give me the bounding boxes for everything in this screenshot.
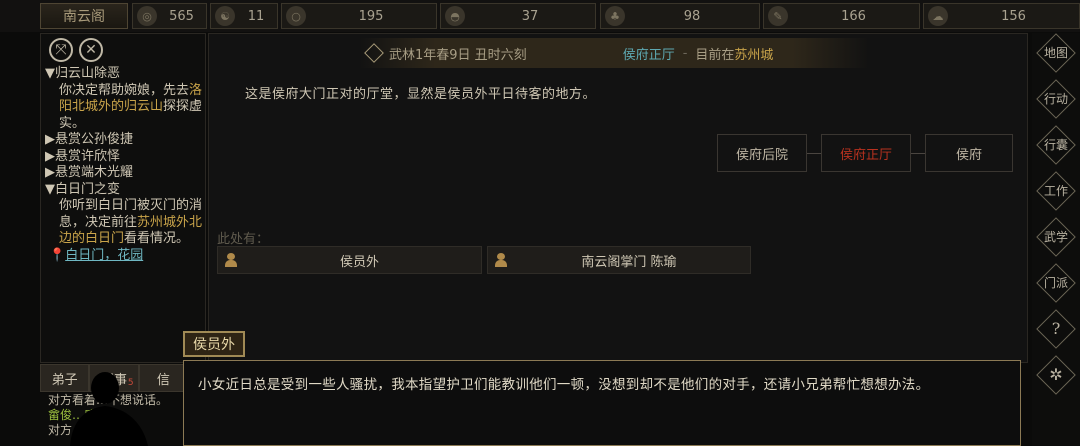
brush-icon: ✎ xyxy=(768,6,788,26)
sect-button[interactable]: 门派 xyxy=(1036,263,1076,303)
person-icon xyxy=(224,253,238,267)
map-connector xyxy=(807,153,821,154)
resource-value: 565 xyxy=(169,8,194,24)
action-button[interactable]: 行动 xyxy=(1036,79,1076,119)
quest-text: 你决定帮助婉娘，先去 xyxy=(59,82,190,98)
resource-slot: ☁ 156 xyxy=(923,3,1080,29)
person-icon xyxy=(494,253,508,267)
help-button[interactable]: ? xyxy=(1036,309,1076,349)
menu-label: 地图 xyxy=(1043,46,1068,60)
menu-label: 武学 xyxy=(1043,230,1068,244)
quest-title[interactable]: ▶悬赏端木光耀 xyxy=(45,165,205,182)
quest-list: ▼归云山除恶 你决定帮助婉娘，先去洛阳北城外的归云山探探虚实。 ▶悬赏公孙俊捷 … xyxy=(45,66,205,264)
location-pin-icon: 📍 xyxy=(49,247,66,263)
menu-label: 工作 xyxy=(1043,184,1068,198)
quest-description: 你听到白日门被灭门的消息，决定前往苏州城外北边的白日门看看情况。 xyxy=(45,198,205,248)
resource-value: 11 xyxy=(247,8,265,24)
side-menu: 地图 行动 行囊 工作 武学 门派 ? ✲ xyxy=(1032,33,1080,446)
room-panel: 武林1年春9日 丑时六刻 侯府正厅 - 目前在 苏州城 这是侯府大门正对的厅堂，… xyxy=(208,33,1028,363)
resource-slot: ○ 195 xyxy=(281,3,437,29)
map-button[interactable]: 地图 xyxy=(1036,33,1076,73)
taiji-icon: ☯ xyxy=(215,6,235,26)
resource-slot: ◓ 37 xyxy=(440,3,596,29)
game-date: 武林1年春9日 丑时六刻 xyxy=(389,47,527,63)
resource-value: 166 xyxy=(841,8,866,24)
tab-label: 信 xyxy=(156,372,170,388)
coin-icon: ○ xyxy=(286,6,306,26)
exit-current-room: 侯府正厅 xyxy=(821,134,911,172)
dialog-box[interactable]: 小女近日总是受到一些人骚扰，我本指望护卫们能教训他们一顿，没想到却不是他们的对手… xyxy=(183,360,1021,446)
gear-icon: ✲ xyxy=(1049,365,1063,384)
speaker-portrait xyxy=(70,372,148,446)
quest-text: 看看情况。 xyxy=(124,231,190,246)
exit-east-button[interactable]: 侯府 xyxy=(925,134,1013,172)
quest-location-link[interactable]: 白日门，花园 xyxy=(65,248,143,263)
resource-slot: ☯ 11 xyxy=(210,3,278,29)
speaker-name-tag: 侯员外 xyxy=(183,331,245,357)
resource-value: 98 xyxy=(683,8,701,24)
resource-value: 156 xyxy=(1001,8,1026,24)
map-connector xyxy=(911,153,925,154)
current-city-prefix: 目前在 xyxy=(695,47,735,63)
compass-icon xyxy=(364,43,384,63)
collapse-icon[interactable]: ⤧ xyxy=(49,38,73,62)
quest-title[interactable]: ▶悬赏许欣怿 xyxy=(45,149,205,166)
current-city: 苏州城 xyxy=(734,47,774,63)
npc-name: 南云阁掌门 陈瑜 xyxy=(581,254,677,270)
quest-description: 你决定帮助婉娘，先去洛阳北城外的归云山探探虚实。 xyxy=(45,83,205,133)
quest-title[interactable]: ▶悬赏公孙俊捷 xyxy=(45,132,205,149)
resource-slot: ♣ 98 xyxy=(600,3,760,29)
menu-label: 行动 xyxy=(1043,92,1068,106)
settings-button[interactable]: ✲ xyxy=(1036,355,1076,395)
resource-bar: 南云阁 ◎ 565 ☯ 11 ○ 195 ◓ 37 ♣ 98 ✎ 166 ☁ 1… xyxy=(0,0,1080,32)
resource-slot: ◎ 565 xyxy=(132,3,207,29)
resource-value: 37 xyxy=(521,8,539,24)
quest-panel: ⤧ ✕ ▼归云山除恶 你决定帮助婉娘，先去洛阳北城外的归云山探探虚实。 ▶悬赏公… xyxy=(40,33,206,363)
bag-button[interactable]: 行囊 xyxy=(1036,125,1076,165)
herb-icon: ♣ xyxy=(605,6,625,26)
sect-tab[interactable]: 南云阁 xyxy=(40,3,128,29)
quest-title[interactable]: ▼白日门之变 xyxy=(45,182,205,199)
npc-button[interactable]: 侯员外 xyxy=(217,246,482,274)
dialog-text: 小女近日总是受到一些人骚扰，我本指望护卫们能教训他们一顿，没想到却不是他们的对手… xyxy=(198,377,930,393)
quest-location: 📍白日门，花园 xyxy=(45,248,205,265)
here-label: 此处有： xyxy=(217,232,270,247)
room-description: 这是侯府大门正对的厅堂，显然是侯员外平日待客的地方。 xyxy=(245,87,597,102)
quest-title[interactable]: ▼归云山除恶 xyxy=(45,66,205,83)
room-name: 侯府正厅 xyxy=(622,47,675,63)
npc-button[interactable]: 南云阁掌门 陈瑜 xyxy=(487,246,751,274)
martial-arts-button[interactable]: 武学 xyxy=(1036,217,1076,257)
cloud-icon: ☁ xyxy=(928,6,948,26)
resource-value: 195 xyxy=(358,8,384,24)
resource-slot: ✎ 166 xyxy=(763,3,920,29)
exit-west-button[interactable]: 侯府后院 xyxy=(717,134,807,172)
work-button[interactable]: 工作 xyxy=(1036,171,1076,211)
menu-label: 行囊 xyxy=(1043,138,1068,152)
title-separator: - xyxy=(682,45,688,61)
location-title-bar: 武林1年春9日 丑时六刻 侯府正厅 - 目前在 苏州城 xyxy=(359,38,869,68)
npc-name: 侯员外 xyxy=(339,254,379,270)
menu-label: ? xyxy=(1051,319,1061,338)
food-bowl-icon: ◓ xyxy=(445,6,465,26)
menu-label: 门派 xyxy=(1043,276,1068,290)
yinyang-coin-icon: ◎ xyxy=(137,6,157,26)
close-icon[interactable]: ✕ xyxy=(79,38,103,62)
